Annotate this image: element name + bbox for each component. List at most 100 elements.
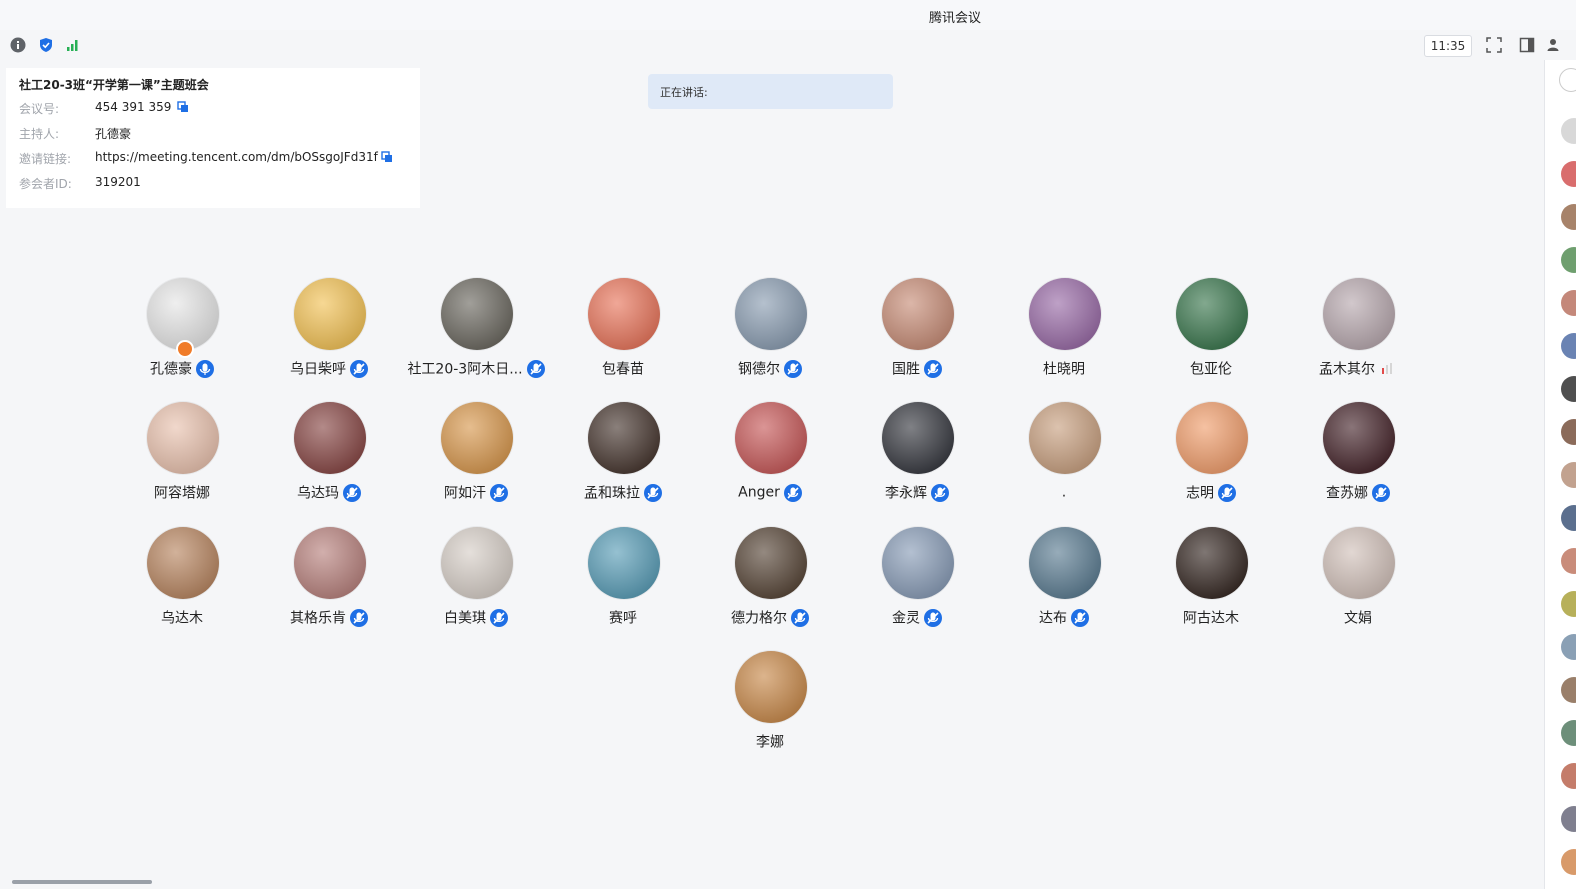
- participant-tile[interactable]: 文娟: [1278, 527, 1438, 645]
- side-participant-avatar[interactable]: [1561, 849, 1576, 875]
- participant-tile[interactable]: 乌达玛: [249, 402, 409, 520]
- participant-avatar[interactable]: [588, 527, 660, 599]
- participant-tile[interactable]: 阿如汗: [396, 402, 556, 520]
- participant-avatar[interactable]: [1176, 402, 1248, 474]
- participant-tile[interactable]: 志明: [1131, 402, 1291, 520]
- invite-link-value[interactable]: https://meeting.tencent.com/dm/bOSsgoJFd…: [95, 150, 378, 164]
- side-participant-avatar[interactable]: [1561, 290, 1576, 316]
- participant-avatar[interactable]: [1176, 278, 1248, 350]
- participant-avatar[interactable]: [588, 402, 660, 474]
- shield-icon[interactable]: [38, 37, 54, 53]
- participant-avatar[interactable]: [441, 402, 513, 474]
- participant-avatar[interactable]: [1323, 527, 1395, 599]
- participant-tile[interactable]: 赛呼: [543, 527, 703, 645]
- participant-name-row: 志明: [1131, 482, 1291, 504]
- side-participant-avatar[interactable]: [1561, 376, 1576, 402]
- participant-tile[interactable]: 国胜: [837, 278, 997, 396]
- participants-icon[interactable]: [1547, 37, 1563, 53]
- fullscreen-icon[interactable]: [1486, 37, 1502, 53]
- side-participant-avatar[interactable]: [1561, 677, 1576, 703]
- participant-avatar[interactable]: [1029, 527, 1101, 599]
- mic-muted-icon: [343, 483, 361, 502]
- side-participant-avatar[interactable]: [1561, 204, 1576, 230]
- participant-avatar[interactable]: [294, 278, 366, 350]
- participant-avatar[interactable]: [441, 527, 513, 599]
- participant-tile[interactable]: Anger: [690, 402, 850, 520]
- participant-name-row: 乌日柴呼: [249, 358, 409, 380]
- participant-tile[interactable]: 孟木其尔: [1278, 278, 1438, 396]
- participant-avatar[interactable]: [882, 527, 954, 599]
- side-participant-avatar[interactable]: [1561, 763, 1576, 789]
- participant-id-label: 参会者ID:: [19, 177, 72, 191]
- participant-avatar[interactable]: [735, 651, 807, 723]
- participant-tile[interactable]: 杜晓明: [984, 278, 1144, 396]
- participant-avatar[interactable]: [1323, 278, 1395, 350]
- participant-name-row: 其格乐肯: [249, 607, 409, 629]
- participant-tile[interactable]: 钢德尔: [690, 278, 850, 396]
- participant-avatar[interactable]: [735, 278, 807, 350]
- participant-avatar[interactable]: [294, 402, 366, 474]
- speaking-indicator: 正在讲话:: [648, 74, 893, 109]
- participant-avatar[interactable]: [1323, 402, 1395, 474]
- participant-tile[interactable]: 包亚伦: [1131, 278, 1291, 396]
- participant-tile[interactable]: 李娜: [690, 651, 850, 769]
- participant-tile[interactable]: 乌日柴呼: [249, 278, 409, 396]
- participant-tile[interactable]: 金灵: [837, 527, 997, 645]
- participant-name-row: 金灵: [837, 607, 997, 629]
- info-icon[interactable]: [10, 37, 26, 53]
- side-participant-avatar[interactable]: [1561, 118, 1576, 144]
- host-label: 主持人:: [19, 127, 60, 141]
- participant-name: 赛呼: [609, 610, 637, 627]
- participant-avatar[interactable]: [882, 278, 954, 350]
- participant-avatar[interactable]: [1176, 527, 1248, 599]
- participant-avatar[interactable]: [735, 527, 807, 599]
- participant-tile[interactable]: 阿古达木: [1131, 527, 1291, 645]
- participant-tile[interactable]: 白美琪: [396, 527, 556, 645]
- meeting-id-label: 会议号:: [19, 102, 60, 116]
- participant-avatar[interactable]: [441, 278, 513, 350]
- side-participant-avatar[interactable]: [1561, 505, 1576, 531]
- participant-avatar[interactable]: [147, 527, 219, 599]
- participant-tile[interactable]: 孔德豪: [102, 278, 262, 396]
- copy-meeting-id-icon[interactable]: [177, 101, 189, 113]
- participant-avatar[interactable]: [735, 402, 807, 474]
- participant-avatar[interactable]: [294, 527, 366, 599]
- side-participant-avatar[interactable]: [1561, 161, 1576, 187]
- title-bar: 腾讯会议: [0, 0, 1576, 30]
- copy-invite-link-icon[interactable]: [381, 151, 393, 163]
- participant-tile[interactable]: 达布: [984, 527, 1144, 645]
- participant-tile[interactable]: 包春苗: [543, 278, 703, 396]
- participant-tile[interactable]: 阿容塔娜: [102, 402, 262, 520]
- participant-tile[interactable]: 查苏娜: [1278, 402, 1438, 520]
- participant-tile[interactable]: 社工20-3阿木日...: [396, 278, 556, 396]
- side-participant-avatar[interactable]: [1561, 634, 1576, 660]
- participant-avatar[interactable]: [147, 402, 219, 474]
- participant-tile[interactable]: 乌达木: [102, 527, 262, 645]
- participant-name: 达布: [1039, 610, 1067, 627]
- mic-muted-icon: [1372, 483, 1390, 502]
- participant-avatar[interactable]: [588, 278, 660, 350]
- participant-tile[interactable]: 德力格尔: [690, 527, 850, 645]
- side-participant-avatar[interactable]: [1561, 806, 1576, 832]
- participant-name: 杜晓明: [1043, 361, 1085, 378]
- side-participant-avatar[interactable]: [1561, 548, 1576, 574]
- horizontal-scrollbar[interactable]: [12, 880, 152, 884]
- layout-icon[interactable]: [1519, 37, 1535, 53]
- participant-tile[interactable]: 孟和珠拉: [543, 402, 703, 520]
- mic-muted-icon: [350, 608, 368, 627]
- participant-tile[interactable]: 李永辉: [837, 402, 997, 520]
- side-participant-avatar[interactable]: [1561, 333, 1576, 359]
- participant-name: Anger: [738, 484, 780, 501]
- participant-avatar[interactable]: [1029, 402, 1101, 474]
- side-participant-avatar[interactable]: [1561, 419, 1576, 445]
- search-icon[interactable]: [1559, 68, 1576, 92]
- side-participant-avatar[interactable]: [1561, 462, 1576, 488]
- participant-avatar[interactable]: [1029, 278, 1101, 350]
- participant-tile[interactable]: 其格乐肯: [249, 527, 409, 645]
- signal-icon[interactable]: [65, 37, 81, 53]
- participant-avatar[interactable]: [882, 402, 954, 474]
- side-participant-avatar[interactable]: [1561, 247, 1576, 273]
- participant-tile[interactable]: .: [984, 402, 1144, 520]
- side-participant-avatar[interactable]: [1561, 720, 1576, 746]
- side-participant-avatar[interactable]: [1561, 591, 1576, 617]
